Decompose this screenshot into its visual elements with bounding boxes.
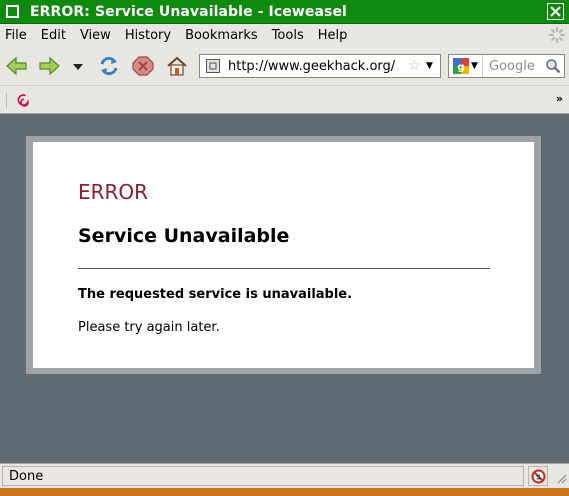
window-title: ERROR: Service Unavailable - Iceweasel	[30, 3, 347, 20]
window-title-bar: ERROR: Service Unavailable - Iceweasel	[0, 0, 569, 24]
menu-file[interactable]: File	[0, 28, 34, 43]
url-text[interactable]: http://www.geekhack.org/	[228, 59, 408, 74]
menu-bookmarks[interactable]: Bookmarks	[178, 28, 265, 43]
resize-grip-icon[interactable]	[555, 472, 567, 484]
error-frame: ERROR Service Unavailable The requested …	[26, 136, 541, 374]
window-menu-icon[interactable]	[6, 5, 19, 18]
activity-throbber-icon	[549, 27, 565, 43]
menu-view[interactable]: View	[73, 28, 118, 43]
toolbar-grip[interactable]	[6, 93, 8, 108]
menu-tools[interactable]: Tools	[265, 28, 311, 43]
home-icon[interactable]	[165, 55, 189, 77]
debian-swirl-icon[interactable]	[16, 92, 32, 108]
search-icon[interactable]	[545, 58, 561, 74]
stop-icon[interactable]	[131, 55, 155, 77]
bookmarks-overflow-chevron[interactable]: »	[556, 92, 563, 105]
error-heading: Service Unavailable	[78, 225, 290, 247]
divider	[78, 268, 490, 269]
close-icon	[550, 6, 561, 17]
taskbar-strip	[0, 488, 569, 496]
forward-arrow-icon[interactable]	[37, 55, 61, 77]
dropdown-arrow-icon[interactable]	[71, 55, 85, 77]
back-arrow-icon[interactable]	[5, 55, 29, 77]
error-title: ERROR	[78, 180, 149, 204]
error-message: The requested service is unavailable.	[78, 287, 353, 302]
search-input[interactable]: Google	[489, 59, 545, 74]
engine-dropdown-icon: ▼	[471, 61, 478, 71]
menu-history[interactable]: History	[118, 28, 178, 43]
error-box: ERROR Service Unavailable The requested …	[33, 142, 534, 368]
url-bar[interactable]: http://www.geekhack.org/ ☆ ▼	[199, 54, 441, 78]
reload-icon[interactable]	[97, 55, 121, 77]
status-text: Done	[9, 468, 44, 484]
search-engine-selector[interactable]: g ▼	[449, 55, 483, 77]
status-bar: Done S	[0, 463, 569, 488]
url-history-dropdown-icon[interactable]: ▼	[426, 61, 436, 71]
noscript-blocked-icon: S	[531, 469, 545, 483]
bookmark-star-icon[interactable]: ☆	[408, 58, 422, 74]
menu-help[interactable]: Help	[311, 28, 355, 43]
bookmarks-toolbar: »	[0, 86, 569, 114]
status-panel: Done	[2, 466, 524, 486]
google-logo-icon: g	[453, 58, 470, 74]
search-bar[interactable]: g ▼ Google	[448, 54, 565, 78]
svg-text:g: g	[457, 62, 464, 73]
svg-text:S: S	[535, 473, 540, 481]
noscript-button[interactable]: S	[528, 466, 548, 486]
window-close-button[interactable]	[547, 3, 564, 20]
navigation-toolbar: http://www.geekhack.org/ ☆ ▼ g ▼ Google	[0, 46, 569, 86]
menu-bar: File Edit View History Bookmarks Tools H…	[0, 24, 569, 46]
page-content: ERROR Service Unavailable The requested …	[0, 115, 569, 463]
menu-edit[interactable]: Edit	[34, 28, 73, 43]
retry-message: Please try again later.	[78, 320, 220, 335]
site-identity-icon[interactable]	[206, 59, 220, 73]
